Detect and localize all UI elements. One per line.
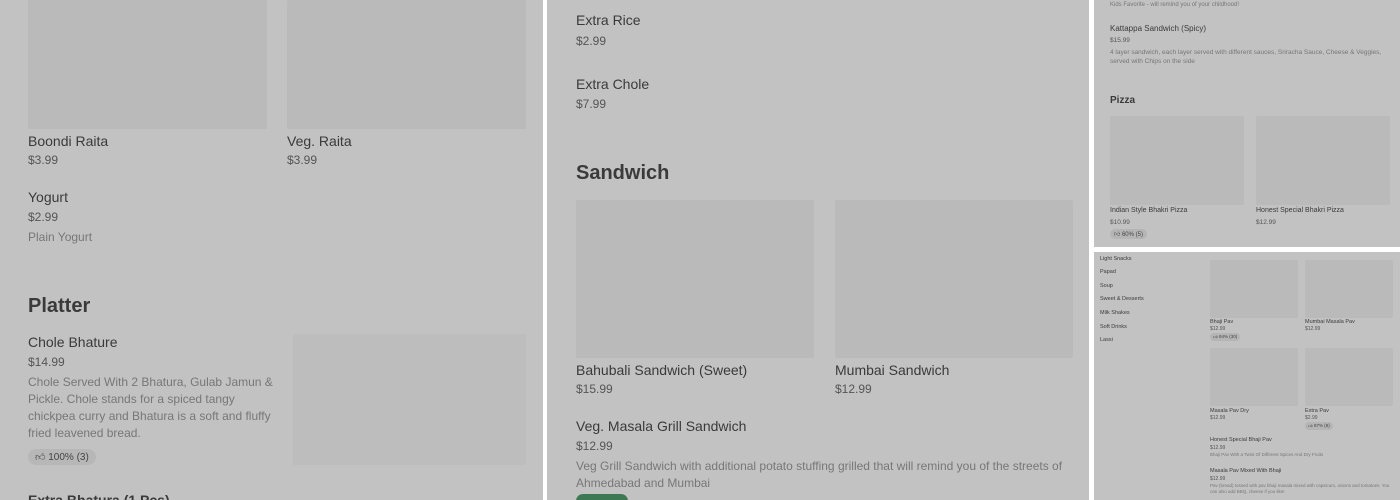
item-price: $2.99 bbox=[1305, 415, 1318, 421]
menu-panel-pav-bhaji: Light Snacks Papad Soup Sweet & Desserts… bbox=[1094, 252, 1400, 500]
rating-badge: 👍︎ 60% (5) bbox=[1110, 229, 1147, 239]
item-description: can also add BBQ, cheese if you like! bbox=[1210, 489, 1285, 494]
item-description: Bhaji Pav With a Twist Of Different Spic… bbox=[1210, 452, 1324, 457]
section-title-sandwich: Sandwich bbox=[576, 162, 670, 184]
extra-pav-image[interactable] bbox=[1305, 348, 1393, 406]
thumbs-up-icon: 👍︎ bbox=[1213, 334, 1218, 339]
item-name[interactable]: Kattappa Sandwich (Spicy) bbox=[1110, 24, 1206, 33]
item-name[interactable]: Veg. Masala Grill Sandwich bbox=[576, 418, 746, 434]
item-name[interactable]: Mumbai Sandwich bbox=[835, 362, 949, 378]
nav-item-milk-shakes[interactable]: Milk Shakes bbox=[1100, 310, 1130, 316]
item-price: $12.99 bbox=[835, 382, 872, 396]
thumbs-up-icon: 👍︎ bbox=[1114, 232, 1121, 238]
boondi-raita-image[interactable] bbox=[28, 0, 267, 129]
nav-item-light-snacks[interactable]: Light Snacks bbox=[1100, 256, 1132, 262]
item-price: $12.99 bbox=[1305, 326, 1321, 332]
veg-raita-image[interactable] bbox=[287, 0, 526, 129]
rating-badge: 👍︎ 100% (3) bbox=[28, 449, 96, 465]
item-description: 4 layer sandwich, each layer served with… bbox=[1110, 49, 1382, 65]
item-price: $12.99 bbox=[576, 439, 613, 453]
item-name[interactable]: Mumbai Masala Pav bbox=[1305, 319, 1355, 325]
item-name[interactable]: Indian Style Bhakri Pizza bbox=[1110, 207, 1187, 214]
item-price: $15.99 bbox=[1110, 37, 1130, 44]
item-name[interactable]: Extra Rice bbox=[576, 12, 641, 28]
item-price: $2.99 bbox=[576, 34, 607, 48]
item-name[interactable]: Veg. Raita bbox=[287, 133, 352, 149]
masala-pav-dry-image[interactable] bbox=[1210, 348, 1298, 406]
menu-panel-sandwich: Extra Rice $2.99 Extra Chole $7.99 Sandw… bbox=[547, 0, 1089, 500]
item-name[interactable]: Yogurt bbox=[28, 189, 68, 205]
nav-item-soft-drinks[interactable]: Soft Drinks bbox=[1100, 324, 1127, 330]
add-to-cart-button[interactable] bbox=[576, 494, 628, 500]
item-price: $12.99 bbox=[1210, 415, 1226, 421]
nav-item-papad[interactable]: Papad bbox=[1100, 269, 1116, 275]
rating-value: 87% (8) bbox=[1313, 423, 1330, 428]
item-name[interactable]: Bahubali Sandwich (Sweet) bbox=[576, 362, 747, 378]
thumbs-up-icon: 👍︎ bbox=[1308, 423, 1313, 428]
mumbai-sandwich-image[interactable] bbox=[835, 200, 1073, 358]
section-title-platter: Platter bbox=[28, 295, 91, 317]
item-price: $2.99 bbox=[28, 210, 59, 224]
item-price: $12.99 bbox=[1210, 476, 1226, 482]
item-description: Plain Yogurt bbox=[28, 230, 93, 244]
item-name[interactable]: Honest Special Bhakri Pizza bbox=[1256, 207, 1344, 214]
item-name[interactable]: Extra Pav bbox=[1305, 408, 1329, 414]
item-description: Chole Served With 2 Bhatura, Gulab Jamun… bbox=[28, 375, 273, 440]
item-name[interactable]: Masala Pav Mixed With Bhaji bbox=[1210, 468, 1281, 474]
item-price: $15.99 bbox=[576, 382, 613, 396]
item-description: Veg Grill Sandwich with additional potat… bbox=[576, 459, 1063, 490]
item-description: Pav (bread) tossed with pav bhaji masala… bbox=[1210, 483, 1390, 488]
item-price: $14.99 bbox=[28, 355, 65, 369]
nav-item-soup[interactable]: Soup bbox=[1100, 283, 1113, 289]
bahubali-sandwich-image[interactable] bbox=[576, 200, 814, 358]
item-name[interactable]: Extra Bhatura (1 Pcs) bbox=[28, 492, 170, 500]
mumbai-masala-pav-image[interactable] bbox=[1305, 260, 1393, 318]
item-name[interactable]: Bhaji Pav bbox=[1210, 319, 1233, 325]
item-name[interactable]: Extra Chole bbox=[576, 76, 649, 92]
menu-panel-pizza: Kids Favorite - will remind you of your … bbox=[1094, 0, 1400, 247]
nav-item-lassi[interactable]: Lassi bbox=[1100, 337, 1113, 343]
indian-style-bhakri-pizza-image[interactable] bbox=[1110, 116, 1244, 205]
rating-badge: 👍︎ 94% (30) bbox=[1210, 333, 1241, 341]
item-price: $12.99 bbox=[1210, 445, 1226, 451]
item-price: $7.99 bbox=[576, 97, 607, 111]
menu-panel-raita-platter: Boondi Raita $3.99 Veg. Raita $3.99 Yogu… bbox=[0, 0, 543, 500]
item-name[interactable]: Honest Special Bhaji Pav bbox=[1210, 437, 1272, 443]
item-price: $12.99 bbox=[1256, 219, 1276, 226]
chole-bhature-image[interactable] bbox=[293, 334, 526, 465]
item-name[interactable]: Chole Bhature bbox=[28, 334, 118, 350]
item-name[interactable]: Masala Pav Dry bbox=[1210, 408, 1249, 414]
item-price: $3.99 bbox=[287, 153, 318, 167]
nav-item-sweet-desserts[interactable]: Sweet & Desserts bbox=[1100, 296, 1144, 302]
item-price: $12.99 bbox=[1210, 326, 1226, 332]
honest-special-bhakri-pizza-image[interactable] bbox=[1256, 116, 1390, 205]
thumbs-up-icon: 👍︎ bbox=[35, 452, 46, 463]
item-price: $10.99 bbox=[1110, 219, 1130, 226]
item-name[interactable]: Boondi Raita bbox=[28, 133, 108, 149]
rating-badge: 👍︎ 87% (8) bbox=[1305, 422, 1333, 430]
section-title-pizza: Pizza bbox=[1110, 95, 1136, 106]
rating-value: 94% (30) bbox=[1218, 334, 1238, 339]
rating-value: 60% (5) bbox=[1121, 232, 1143, 238]
rating-value: 100% (3) bbox=[48, 452, 89, 463]
item-description: Kids Favorite - will remind you of your … bbox=[1110, 2, 1240, 8]
bhaji-pav-image[interactable] bbox=[1210, 260, 1298, 318]
item-price: $3.99 bbox=[28, 153, 59, 167]
